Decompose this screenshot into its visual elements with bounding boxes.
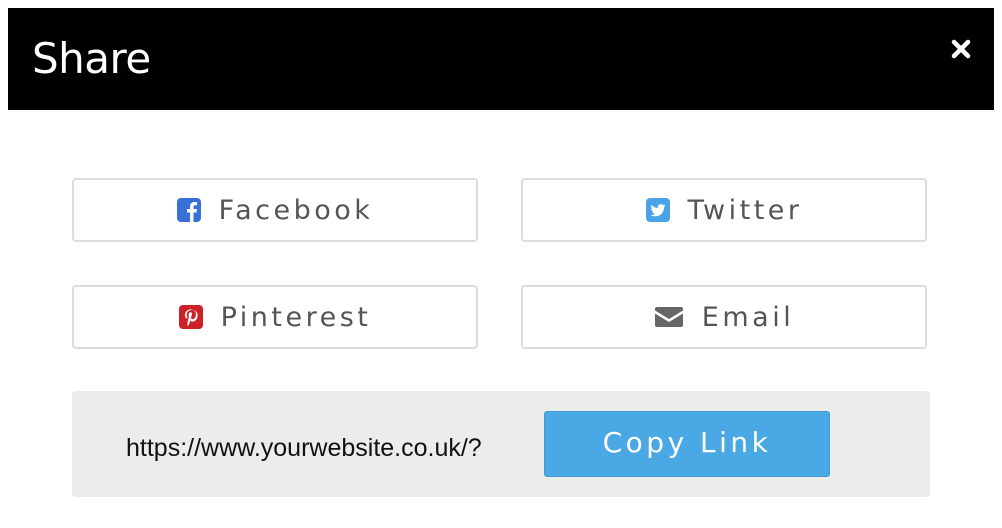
email-label: Email <box>701 301 795 333</box>
copy-link-button[interactable]: Copy Link <box>544 411 830 477</box>
facebook-label: Facebook <box>218 194 374 226</box>
twitter-label: Twitter <box>687 194 803 226</box>
email-share-button[interactable]: Email <box>521 285 927 349</box>
facebook-icon <box>176 198 201 222</box>
pinterest-label: Pinterest <box>220 301 372 333</box>
dialog-header: Share <box>8 8 994 110</box>
close-icon[interactable] <box>950 38 972 60</box>
copy-link-panel: https://www.yourwebsite.co.uk/? Copy Lin… <box>72 391 930 497</box>
twitter-icon <box>645 198 670 222</box>
pinterest-icon <box>178 305 203 329</box>
share-dialog: Share Facebook Twitter Pinterest Email h… <box>8 8 994 520</box>
envelope-icon <box>654 305 684 329</box>
share-url-text: https://www.yourwebsite.co.uk/? <box>126 434 482 462</box>
facebook-share-button[interactable]: Facebook <box>72 178 478 242</box>
dialog-title: Share <box>32 34 151 83</box>
pinterest-share-button[interactable]: Pinterest <box>72 285 478 349</box>
twitter-share-button[interactable]: Twitter <box>521 178 927 242</box>
